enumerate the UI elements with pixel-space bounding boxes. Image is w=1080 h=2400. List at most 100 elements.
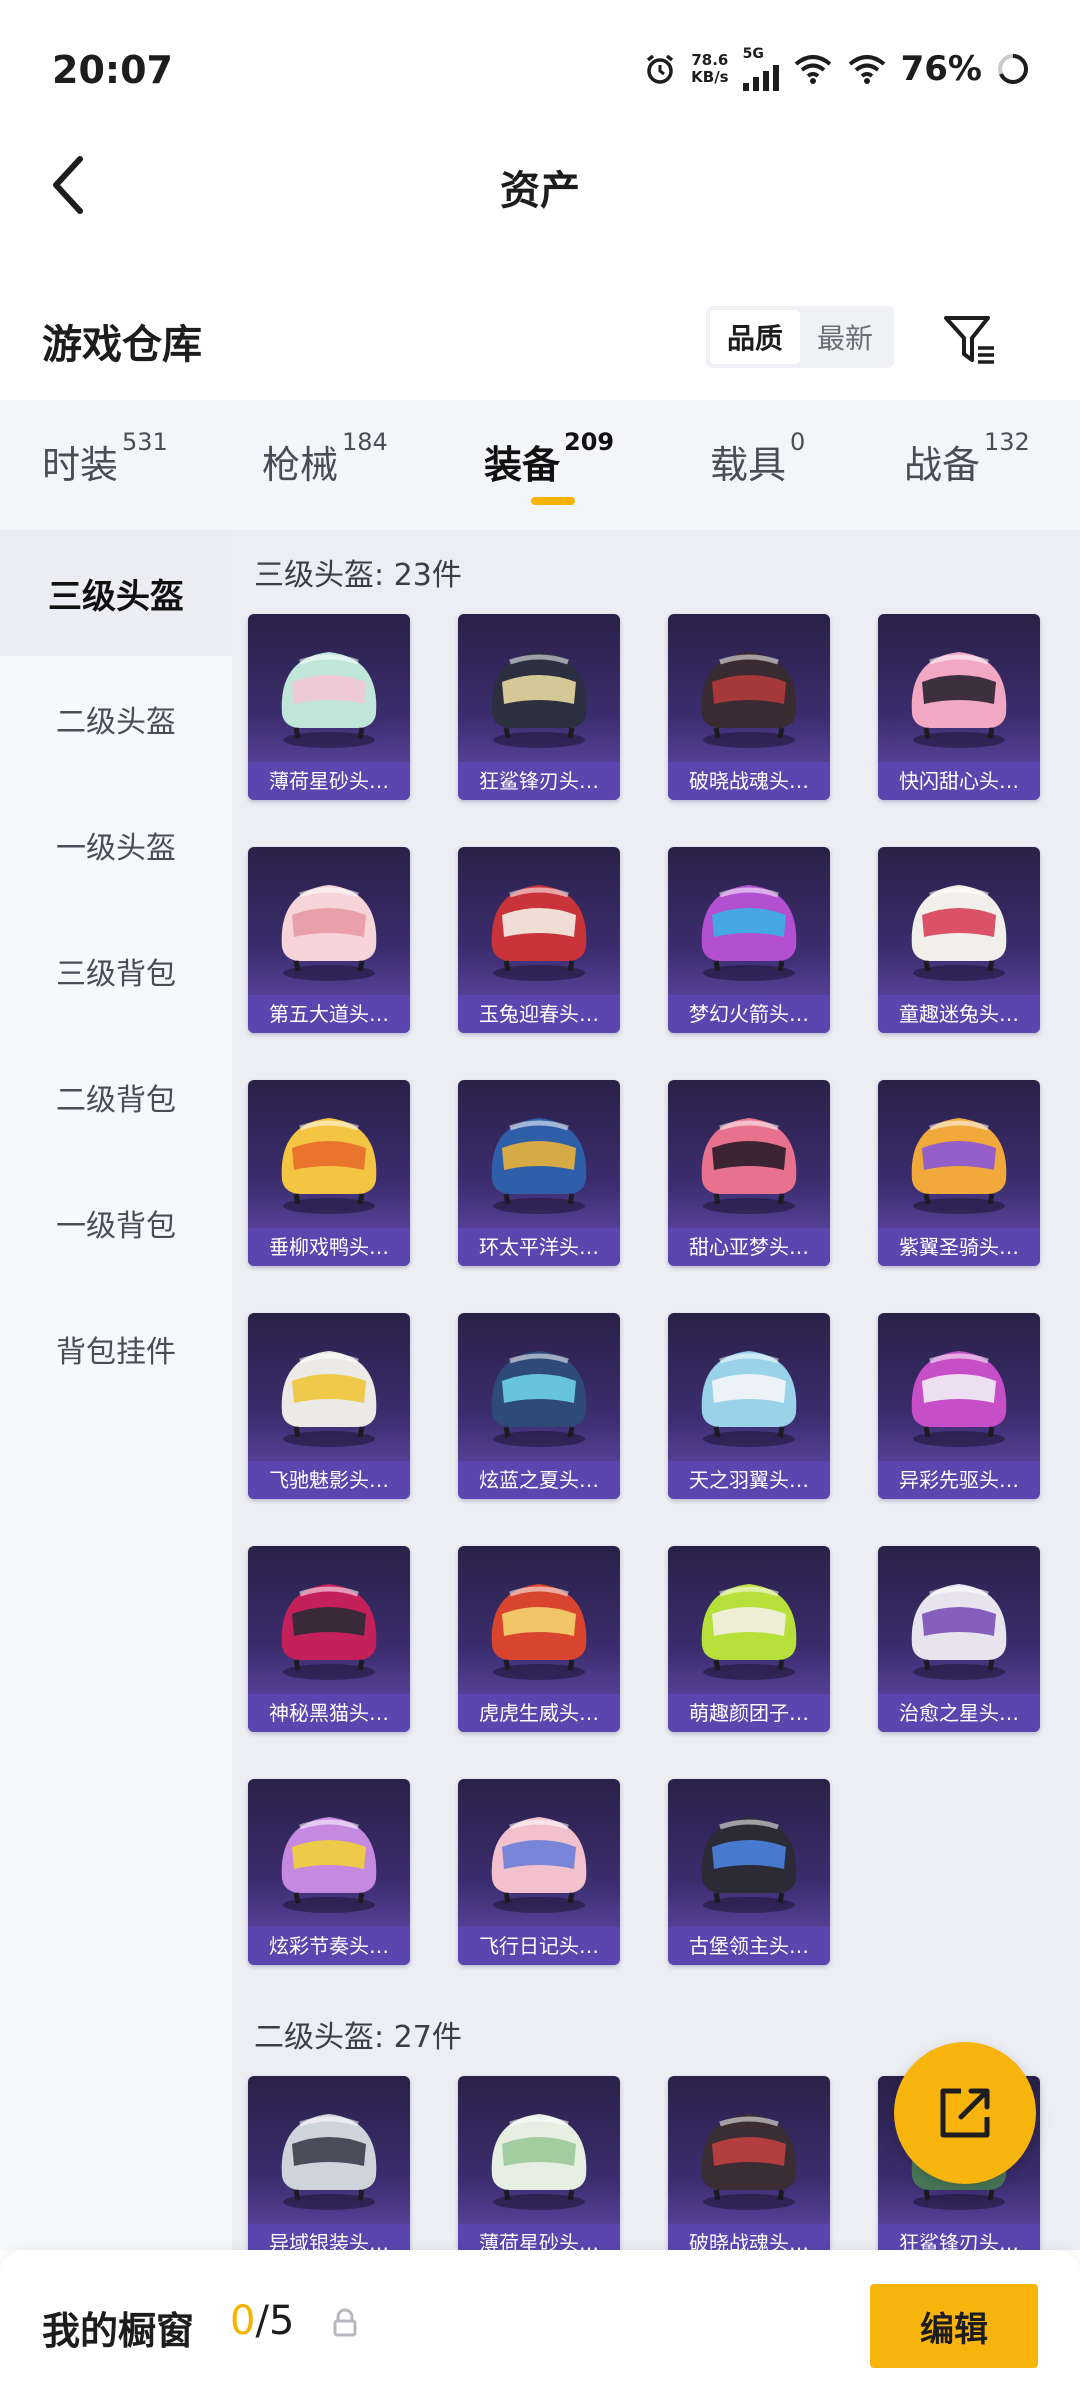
helmet-icon xyxy=(458,1787,620,1927)
item-name: 炫蓝之夏头… xyxy=(458,1461,620,1499)
tab-equipment[interactable]: 装备209 xyxy=(484,428,614,489)
item-name: 异域银装头… xyxy=(248,2224,410,2250)
cellular-signal: 5G xyxy=(742,46,779,91)
network-speed-unit: KB/s xyxy=(691,68,729,86)
item-name: 薄荷星砂头… xyxy=(248,762,410,800)
tab-fashion[interactable]: 时装531 xyxy=(42,428,168,489)
sidebar-item-level2-backpack[interactable]: 二级背包 xyxy=(0,1034,232,1160)
item-card[interactable]: 飞驰魅影头… xyxy=(248,1313,410,1499)
item-card[interactable]: 第五大道头… xyxy=(248,847,410,1033)
item-card[interactable]: 破晓战魂头… xyxy=(668,614,830,800)
sort-newest-button[interactable]: 最新 xyxy=(800,310,890,364)
item-card[interactable]: 炫蓝之夏头… xyxy=(458,1313,620,1499)
page-title: 资产 xyxy=(500,168,580,214)
section-title: 三级头盔: 23件 xyxy=(254,558,462,593)
helmet-icon xyxy=(878,1321,1040,1461)
share-button[interactable] xyxy=(894,2042,1036,2184)
sidebar-item-level1-backpack[interactable]: 一级背包 xyxy=(0,1160,232,1286)
sidebar-item-level1-helmet[interactable]: 一级头盔 xyxy=(0,782,232,908)
network-speed-value: 78.6 xyxy=(691,51,729,69)
item-card[interactable]: 紫翼圣骑头… xyxy=(878,1080,1040,1266)
item-card[interactable]: 薄荷星砂头… xyxy=(458,2076,620,2250)
item-card[interactable]: 天之羽翼头… xyxy=(668,1313,830,1499)
item-name: 垂柳戏鸭头… xyxy=(248,1228,410,1266)
helmet-icon xyxy=(248,1321,410,1461)
tab-count: 0 xyxy=(790,428,806,456)
showcase-separator: / xyxy=(255,2298,269,2344)
sidebar-item-level2-helmet[interactable]: 二级头盔 xyxy=(0,656,232,782)
edit-button[interactable]: 编辑 xyxy=(870,2284,1038,2368)
item-name: 梦幻火箭头… xyxy=(668,995,830,1033)
wifi-icon xyxy=(794,55,831,84)
tab-label: 战备 xyxy=(904,443,981,487)
item-name: 甜心亚梦头… xyxy=(668,1228,830,1266)
showcase-max: 5 xyxy=(268,2298,295,2344)
item-card[interactable]: 玉兔迎春头… xyxy=(458,847,620,1033)
item-card[interactable]: 异域银装头… xyxy=(248,2076,410,2250)
filter-icon xyxy=(944,316,994,364)
item-name: 破晓战魂头… xyxy=(668,2224,830,2250)
helmet-icon xyxy=(248,1088,410,1228)
battery-icon xyxy=(998,54,1028,84)
item-card[interactable]: 环太平洋头… xyxy=(458,1080,620,1266)
status-icons: 78.6 KB/s 5G 76% xyxy=(643,44,1030,94)
helmet-icon xyxy=(668,1554,830,1694)
sidebar-item-level3-backpack[interactable]: 三级背包 xyxy=(0,908,232,1034)
helmet-icon xyxy=(668,1321,830,1461)
nav-bar: 资产 xyxy=(0,140,1080,230)
showcase-count: 0/5 xyxy=(230,2298,294,2344)
item-name: 薄荷星砂头… xyxy=(458,2224,620,2250)
item-name: 狂鲨锋刃头… xyxy=(878,2224,1040,2250)
signal-bars-icon xyxy=(742,61,779,91)
item-name: 神秘黑猫头… xyxy=(248,1694,410,1732)
helmet-icon xyxy=(458,855,620,995)
item-name: 炫彩节奏头… xyxy=(248,1927,410,1965)
item-card[interactable]: 异彩先驱头… xyxy=(878,1313,1040,1499)
category-tabs: 时装531 枪械184 装备209 载具0 战备132 xyxy=(0,400,1080,530)
item-card[interactable]: 快闪甜心头… xyxy=(878,614,1040,800)
filter-button[interactable] xyxy=(940,310,1000,370)
helmet-icon xyxy=(458,2084,620,2224)
item-card[interactable]: 飞行日记头… xyxy=(458,1779,620,1965)
sidebar-item-level3-helmet[interactable]: 三级头盔 xyxy=(0,530,232,656)
tab-firearms[interactable]: 枪械184 xyxy=(262,428,388,489)
item-card[interactable]: 薄荷星砂头… xyxy=(248,614,410,800)
item-card[interactable]: 古堡领主头… xyxy=(668,1779,830,1965)
tab-supplies[interactable]: 战备132 xyxy=(904,428,1030,489)
item-name: 天之羽翼头… xyxy=(668,1461,830,1499)
item-card[interactable]: 梦幻火箭头… xyxy=(668,847,830,1033)
item-card[interactable]: 萌趣颜团子… xyxy=(668,1546,830,1732)
item-card[interactable]: 甜心亚梦头… xyxy=(668,1080,830,1266)
helmet-icon xyxy=(458,1088,620,1228)
item-name: 破晓战魂头… xyxy=(668,762,830,800)
showcase-current: 0 xyxy=(230,2298,256,2344)
helmet-icon xyxy=(458,622,620,762)
item-name: 异彩先驱头… xyxy=(878,1461,1040,1499)
network-type: 5G xyxy=(742,46,764,62)
helmet-icon xyxy=(668,622,830,762)
item-card[interactable]: 狂鲨锋刃头… xyxy=(458,614,620,800)
item-grid-area: 三级头盔: 23件 薄荷星砂头… 狂鲨锋刃头… 破晓战魂头… 快闪甜心头… 第五大道头…… xyxy=(232,530,1080,2250)
helmet-icon xyxy=(248,855,410,995)
active-tab-indicator xyxy=(531,497,575,505)
item-card[interactable]: 虎虎生威头… xyxy=(458,1546,620,1732)
showcase-bar: 我的橱窗 0/5 编辑 xyxy=(0,2250,1080,2400)
item-name: 虎虎生威头… xyxy=(458,1694,620,1732)
item-name: 飞驰魅影头… xyxy=(248,1461,410,1499)
helmet-icon xyxy=(668,1088,830,1228)
subcategory-sidebar: 三级头盔 二级头盔 一级头盔 三级背包 二级背包 一级背包 背包挂件 xyxy=(0,530,232,2250)
item-name: 环太平洋头… xyxy=(458,1228,620,1266)
status-time: 20:07 xyxy=(52,48,173,92)
item-card[interactable]: 炫彩节奏头… xyxy=(248,1779,410,1965)
sort-quality-button[interactable]: 品质 xyxy=(710,310,800,364)
item-card[interactable]: 童趣迷兔头… xyxy=(878,847,1040,1033)
item-card[interactable]: 神秘黑猫头… xyxy=(248,1546,410,1732)
tab-vehicles[interactable]: 载具0 xyxy=(710,428,805,489)
helmet-icon xyxy=(878,1088,1040,1228)
helmet-icon xyxy=(248,2084,410,2224)
item-card[interactable]: 破晓战魂头… xyxy=(668,2076,830,2250)
battery-percent: 76% xyxy=(900,49,982,89)
sidebar-item-backpack-charm[interactable]: 背包挂件 xyxy=(0,1286,232,1412)
item-card[interactable]: 垂柳戏鸭头… xyxy=(248,1080,410,1266)
item-card[interactable]: 治愈之星头… xyxy=(878,1546,1040,1732)
